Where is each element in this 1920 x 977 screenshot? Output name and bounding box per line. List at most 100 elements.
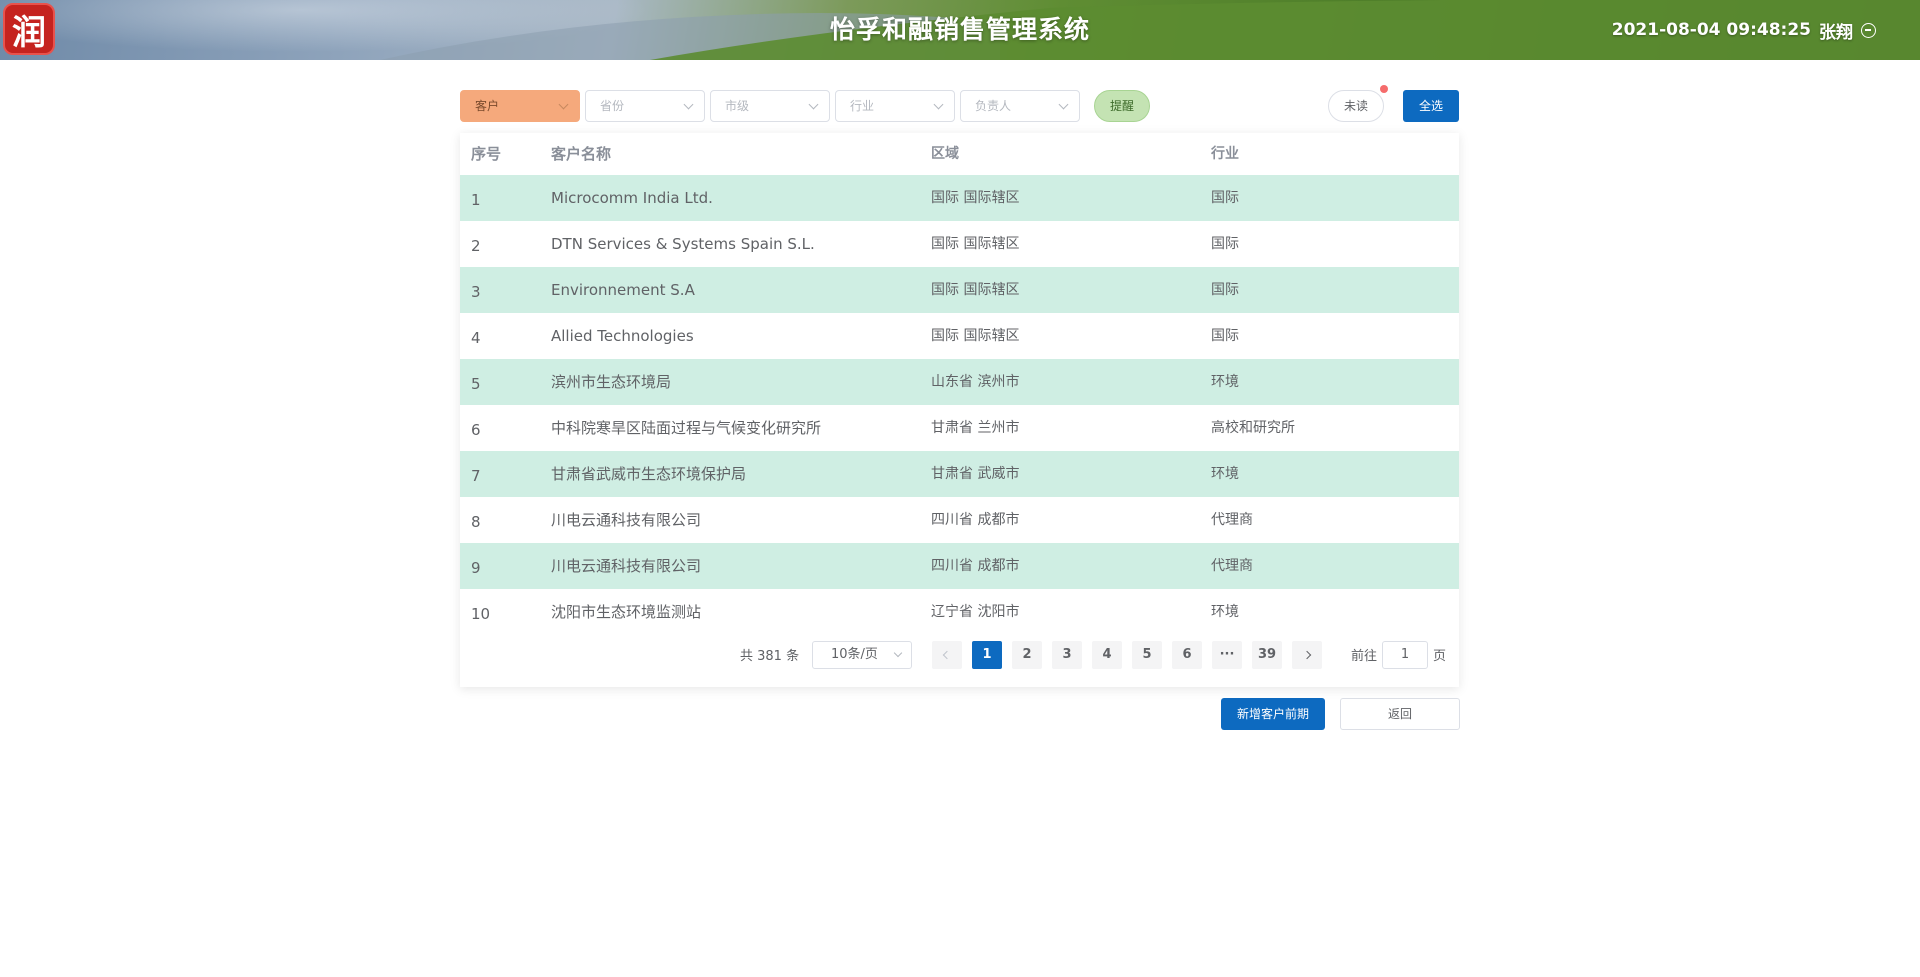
- filter-bar: 客户 省份 市级 行业 负责人 提醒 未读 全选: [460, 85, 1459, 122]
- industry-select[interactable]: 行业: [835, 90, 955, 122]
- row-customer-name: 川电云通科技有限公司: [551, 557, 702, 575]
- pagination: 共 381 条 10条/页 1 2 3 4 5 6 ··· 39 前往 1 页: [460, 637, 1459, 671]
- column-header-industry: 行业: [1211, 146, 1239, 162]
- current-datetime: 2021-08-04 09:48:25: [1611, 20, 1811, 40]
- page-size-value: 10条/页: [831, 647, 878, 662]
- row-industry: 国际: [1211, 236, 1239, 252]
- next-page-button[interactable]: [1292, 641, 1322, 669]
- unread-button[interactable]: 未读: [1328, 90, 1384, 122]
- page-button-39[interactable]: 39: [1252, 641, 1282, 669]
- table-row[interactable]: 7 甘肃省武威市生态环境保护局 甘肃省 武威市 环境: [460, 451, 1459, 497]
- chevron-down-icon: [683, 99, 694, 110]
- goto-page-input[interactable]: 1: [1382, 641, 1428, 669]
- prev-page-button[interactable]: [932, 641, 962, 669]
- row-industry: 环境: [1211, 374, 1239, 390]
- row-region: 四川省 成都市: [931, 558, 1020, 574]
- row-customer-name: 甘肃省武威市生态环境保护局: [551, 465, 747, 483]
- row-customer-name: 川电云通科技有限公司: [551, 511, 702, 529]
- page-size-select[interactable]: 10条/页: [812, 641, 912, 669]
- table-row[interactable]: 1 Microcomm India Ltd. 国际 国际辖区 国际: [460, 175, 1459, 221]
- page-button-5[interactable]: 5: [1132, 641, 1162, 669]
- row-index: 3: [471, 283, 481, 301]
- page-button-4[interactable]: 4: [1092, 641, 1122, 669]
- row-industry: 国际: [1211, 282, 1239, 298]
- chevron-down-icon: [933, 99, 944, 110]
- table-row[interactable]: 2 DTN Services & Systems Spain S.L. 国际 国…: [460, 221, 1459, 267]
- row-index: 2: [471, 237, 481, 255]
- table-row[interactable]: 6 中科院寒旱区陆面过程与气候变化研究所 甘肃省 兰州市 高校和研究所: [460, 405, 1459, 451]
- customer-type-select-value: 客户: [475, 99, 500, 113]
- column-header-customer-name: 客户名称: [551, 145, 612, 163]
- row-region: 国际 国际辖区: [931, 190, 1020, 206]
- remind-button[interactable]: 提醒: [1094, 90, 1150, 122]
- notification-dot-icon: [1380, 85, 1388, 93]
- back-button[interactable]: 返回: [1340, 698, 1460, 730]
- table-row[interactable]: 9 川电云通科技有限公司 四川省 成都市 代理商: [460, 543, 1459, 589]
- header-user-area: 2021-08-04 09:48:25 张翔: [1612, 0, 1876, 60]
- customer-type-select[interactable]: 客户: [460, 90, 580, 122]
- row-industry: 代理商: [1211, 512, 1253, 528]
- pagination-total: 共 381 条: [740, 649, 800, 664]
- column-header-index: 序号: [471, 145, 502, 163]
- chevron-right-icon: [1302, 650, 1312, 660]
- table-row[interactable]: 10 沈阳市生态环境监测站 辽宁省 沈阳市 环境: [460, 589, 1459, 635]
- row-customer-name: 中科院寒旱区陆面过程与气候变化研究所: [551, 419, 822, 437]
- chevron-down-icon: [808, 99, 819, 110]
- row-customer-name: Environnement S.A: [551, 281, 695, 299]
- row-index: 4: [471, 329, 481, 347]
- logout-icon[interactable]: [1861, 22, 1876, 38]
- more-pages-button[interactable]: ···: [1212, 641, 1242, 669]
- table-row[interactable]: 8 川电云通科技有限公司 四川省 成都市 代理商: [460, 497, 1459, 543]
- row-region: 辽宁省 沈阳市: [931, 604, 1020, 620]
- goto-label: 前往: [1351, 649, 1378, 664]
- page-button-6[interactable]: 6: [1172, 641, 1202, 669]
- row-index: 5: [471, 375, 481, 393]
- row-industry: 国际: [1211, 328, 1239, 344]
- row-region: 国际 国际辖区: [931, 328, 1020, 344]
- row-industry: 环境: [1211, 466, 1239, 482]
- row-industry: 国际: [1211, 190, 1239, 206]
- row-index: 6: [471, 421, 481, 439]
- row-index: 8: [471, 513, 481, 531]
- page-button-1[interactable]: 1: [972, 641, 1002, 669]
- page-button-2[interactable]: 2: [1012, 641, 1042, 669]
- province-select[interactable]: 省份: [585, 90, 705, 122]
- chevron-down-icon: [558, 99, 569, 110]
- row-customer-name: 滨州市生态环境局: [551, 373, 672, 391]
- add-customer-button[interactable]: 新增客户前期: [1221, 698, 1325, 730]
- owner-select-placeholder: 负责人: [975, 99, 1012, 113]
- page-button-3[interactable]: 3: [1052, 641, 1082, 669]
- chevron-down-icon: [1058, 99, 1069, 110]
- top-header: 润 怡孚和融销售管理系统 2021-08-04 09:48:25 张翔: [0, 0, 1920, 60]
- industry-select-placeholder: 行业: [850, 99, 875, 113]
- row-industry: 环境: [1211, 604, 1239, 620]
- table-row[interactable]: 5 滨州市生态环境局 山东省 滨州市 环境: [460, 359, 1459, 405]
- row-customer-name: Allied Technologies: [551, 327, 694, 345]
- customer-table: 序号 客户名称 区域 行业 1 Microcomm India Ltd. 国际 …: [460, 133, 1459, 687]
- row-region: 国际 国际辖区: [931, 236, 1020, 252]
- column-header-region: 区域: [931, 146, 959, 162]
- table-row[interactable]: 3 Environnement S.A 国际 国际辖区 国际: [460, 267, 1459, 313]
- row-index: 10: [471, 605, 491, 623]
- table-row[interactable]: 4 Allied Technologies 国际 国际辖区 国际: [460, 313, 1459, 359]
- owner-select[interactable]: 负责人: [960, 90, 1080, 122]
- row-industry: 代理商: [1211, 558, 1253, 574]
- user-name[interactable]: 张翔: [1819, 18, 1853, 43]
- goto-unit: 页: [1433, 649, 1447, 664]
- row-index: 1: [471, 191, 481, 209]
- row-region: 国际 国际辖区: [931, 282, 1020, 298]
- city-select[interactable]: 市级: [710, 90, 830, 122]
- row-region: 四川省 成都市: [931, 512, 1020, 528]
- row-region: 甘肃省 兰州市: [931, 420, 1020, 436]
- row-industry: 高校和研究所: [1211, 420, 1295, 436]
- chevron-down-icon: [893, 648, 903, 658]
- row-region: 甘肃省 武威市: [931, 466, 1020, 482]
- row-index: 7: [471, 467, 481, 485]
- city-select-placeholder: 市级: [725, 99, 750, 113]
- row-customer-name: 沈阳市生态环境监测站: [551, 603, 702, 621]
- row-region: 山东省 滨州市: [931, 374, 1020, 390]
- row-customer-name: Microcomm India Ltd.: [551, 189, 713, 207]
- province-select-placeholder: 省份: [600, 99, 625, 113]
- chevron-left-icon: [942, 650, 952, 660]
- select-all-button[interactable]: 全选: [1403, 90, 1459, 122]
